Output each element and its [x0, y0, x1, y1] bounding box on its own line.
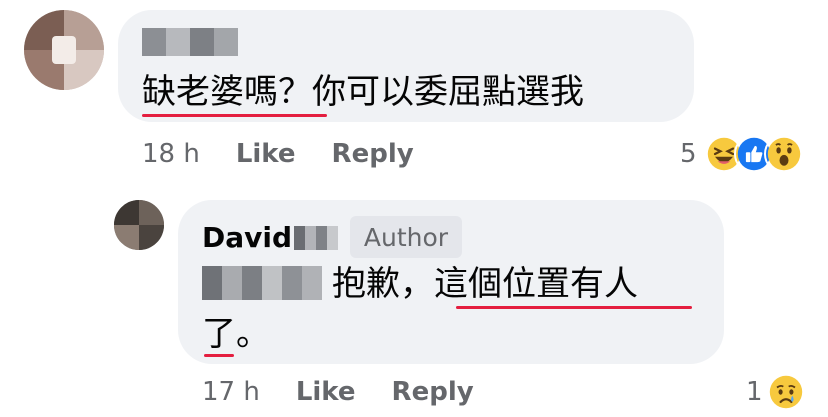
reply-time[interactable]: 17 h: [202, 377, 260, 407]
reply-text-highlighted-2: 了: [202, 314, 236, 354]
reply-text-underline-1: [456, 306, 692, 309]
reply-text-underline-2: [204, 354, 234, 357]
commenter-avatar[interactable]: [24, 10, 104, 90]
reply-author-avatar[interactable]: [114, 200, 164, 250]
comment-text-underline: [142, 114, 327, 117]
reply-text-line2: 了。: [202, 310, 270, 358]
reply-reaction-count[interactable]: 1: [746, 374, 763, 410]
reply-mention-blurred[interactable]: [202, 266, 322, 300]
sad-emoji-icon[interactable]: [766, 372, 806, 412]
reply-text-line1: 抱歉，這個位置有人: [332, 260, 638, 308]
reply-text-apology: 抱歉，: [332, 264, 434, 304]
comment-text: 缺老婆嗎？你可以委屈點選我: [142, 68, 584, 116]
reply-author-name[interactable]: David: [202, 220, 292, 256]
wow-emoji-icon[interactable]: [764, 134, 804, 174]
comment-reaction-count[interactable]: 5: [680, 136, 697, 172]
reply-author-surname-blurred[interactable]: [294, 226, 338, 250]
comment-text-rest: ？你可以委屈點選我: [278, 72, 584, 112]
reply-actions: 17 h Like Reply: [202, 374, 474, 410]
reply-text-highlighted: 這個位置有人: [434, 264, 638, 304]
comment-time[interactable]: 18 h: [142, 139, 200, 169]
comment-actions: 18 h Like Reply: [142, 136, 414, 172]
reply-reply-button[interactable]: Reply: [392, 377, 474, 407]
commenter-name-blurred[interactable]: [142, 28, 238, 56]
reply-like-button[interactable]: Like: [296, 377, 356, 407]
comment-like-button[interactable]: Like: [236, 139, 296, 169]
comment-reply-button[interactable]: Reply: [332, 139, 414, 169]
comment-text-highlighted: 缺老婆嗎: [142, 72, 278, 112]
reply-text-period: 。: [236, 314, 270, 354]
author-badge: Author: [350, 216, 462, 258]
